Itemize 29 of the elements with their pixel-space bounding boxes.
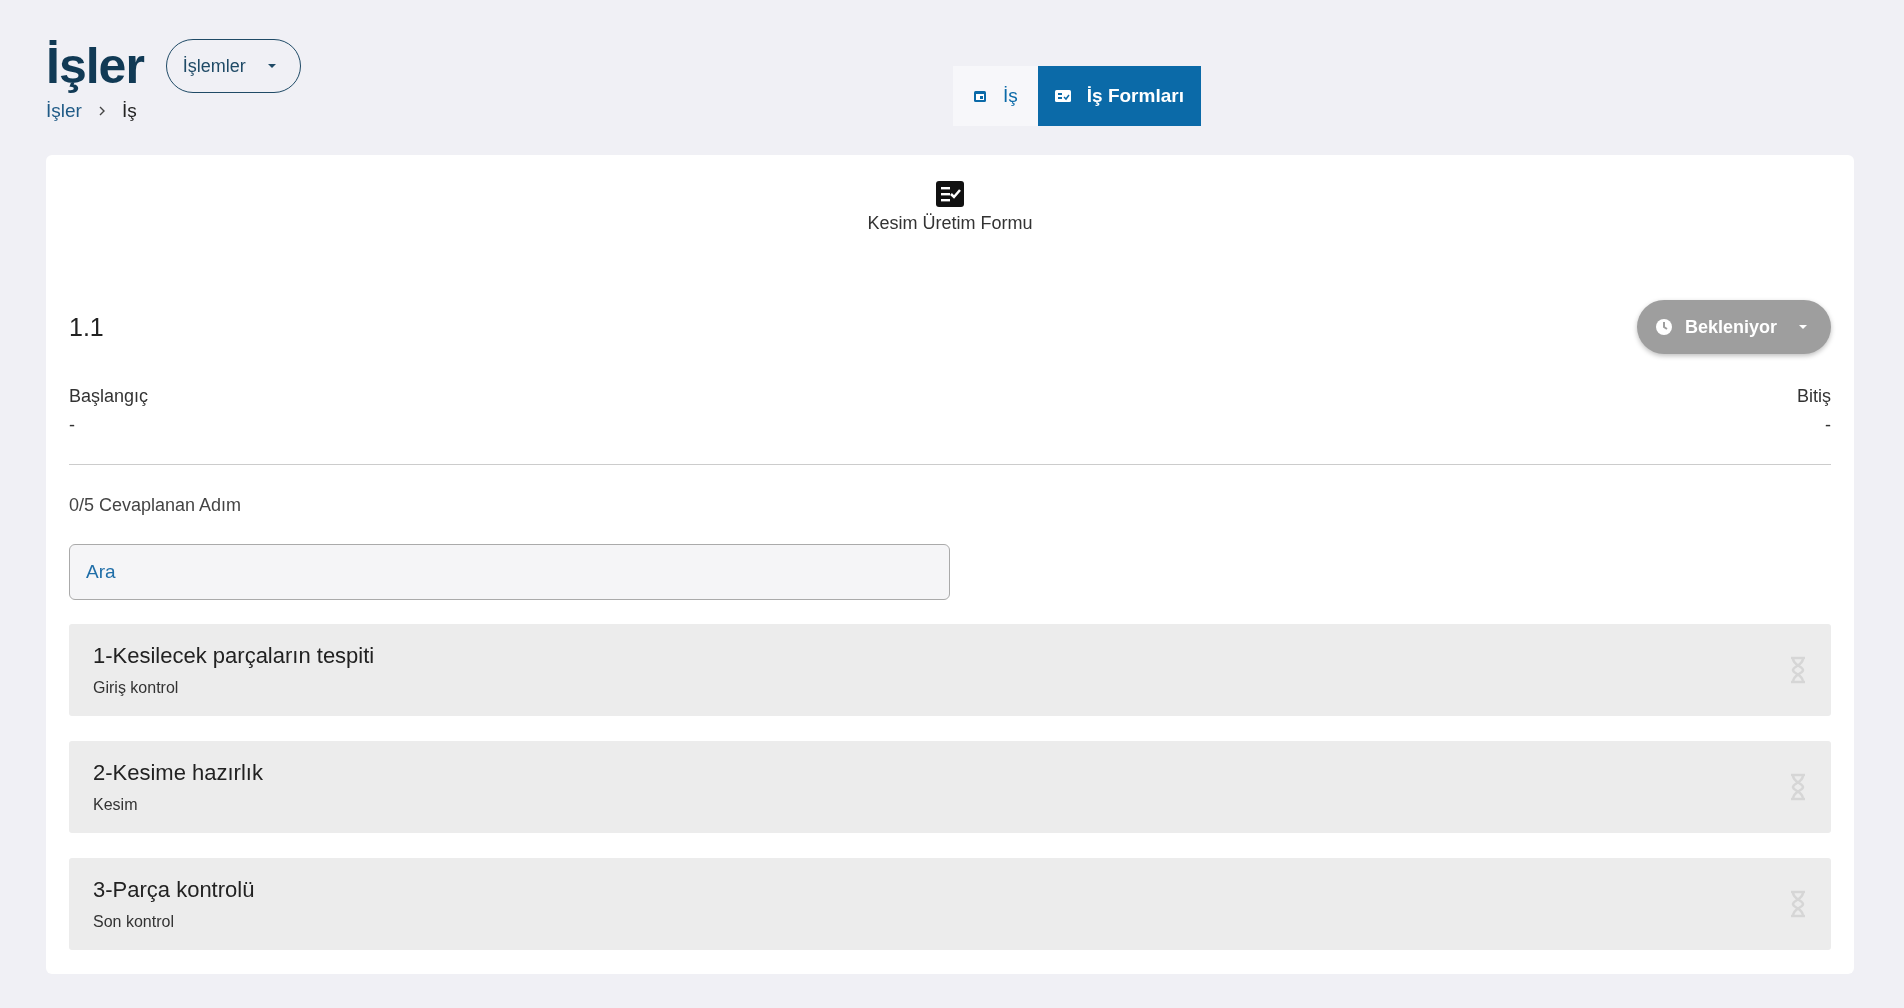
search-field[interactable]: Ara bbox=[69, 544, 950, 600]
clock-icon bbox=[1654, 318, 1673, 336]
step-category: Kesim bbox=[93, 796, 139, 814]
step-category: Son kontrol bbox=[93, 913, 175, 931]
checklist-icon bbox=[936, 181, 964, 207]
page-title: İşler bbox=[46, 37, 144, 96]
calendar-icon bbox=[973, 89, 987, 103]
step-title: 3-Parça kontrolü bbox=[93, 877, 255, 903]
form-number: 1.1 bbox=[69, 312, 104, 342]
answered-steps-count: 0/5 Cevaplanan Adım bbox=[69, 495, 243, 516]
step-item[interactable]: 1-Kesilecek parçaların tespiti Giriş kontrol bbox=[69, 624, 1831, 716]
breadcrumb-link[interactable]: İşler bbox=[46, 100, 82, 122]
step-title: 1-Kesilecek parçaların tespiti bbox=[93, 643, 375, 669]
end-value: - bbox=[1824, 415, 1831, 436]
form-icon bbox=[1054, 89, 1071, 103]
caret-icon bbox=[267, 64, 276, 68]
step-item[interactable]: 3-Parça kontrolü Son kontrol bbox=[69, 858, 1831, 950]
step-item[interactable]: 2-Kesime hazırlık Kesim bbox=[69, 741, 1831, 833]
chevron-icon bbox=[97, 106, 106, 116]
breadcrumb-current: İş bbox=[121, 100, 137, 122]
end-label: Bitiş bbox=[1797, 386, 1831, 407]
start-label: Başlangıç bbox=[69, 386, 149, 407]
start-value: - bbox=[69, 415, 76, 436]
view-tab[interactable]: İş bbox=[953, 66, 1038, 126]
step-title: 2-Kesime hazırlık bbox=[93, 760, 263, 786]
step-category: Giriş kontrol bbox=[93, 679, 180, 697]
view-tab[interactable]: İş Formları bbox=[1037, 66, 1201, 126]
form-title: Kesim Üretim Formu bbox=[867, 213, 1033, 234]
caret-icon bbox=[1799, 325, 1807, 329]
